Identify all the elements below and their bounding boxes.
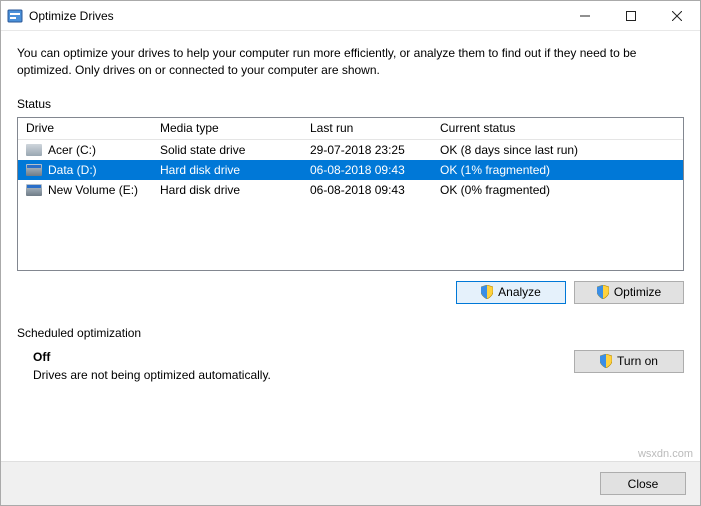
media-type: Solid state drive: [152, 143, 302, 157]
scheduled-heading: Scheduled optimization: [17, 326, 684, 340]
hdd-icon: [26, 164, 42, 176]
minimize-button[interactable]: [562, 1, 608, 31]
drive-name: Data (D:): [48, 163, 97, 177]
turn-on-button[interactable]: Turn on: [574, 350, 684, 373]
drive-cell: New Volume (E:): [18, 183, 152, 197]
current-status: OK (1% fragmented): [432, 163, 683, 177]
titlebar: Optimize Drives: [1, 1, 700, 31]
current-status: OK (8 days since last run): [432, 143, 683, 157]
footer: Close: [1, 461, 700, 505]
last-run: 06-08-2018 09:43: [302, 183, 432, 197]
analyze-label: Analyze: [498, 285, 541, 299]
last-run: 29-07-2018 23:25: [302, 143, 432, 157]
scheduled-desc: Drives are not being optimized automatic…: [33, 368, 574, 382]
drive-name: Acer (C:): [48, 143, 96, 157]
shield-icon: [597, 285, 609, 299]
media-type: Hard disk drive: [152, 183, 302, 197]
col-header-media[interactable]: Media type: [152, 121, 302, 135]
drive-cell: Data (D:): [18, 163, 152, 177]
last-run: 06-08-2018 09:43: [302, 163, 432, 177]
maximize-button[interactable]: [608, 1, 654, 31]
content-area: You can optimize your drives to help you…: [1, 31, 700, 461]
window: Optimize Drives You can optimize your dr…: [0, 0, 701, 506]
drive-cell: Acer (C:): [18, 143, 152, 157]
turn-on-label: Turn on: [617, 354, 658, 368]
hdd-icon: [26, 184, 42, 196]
optimize-button[interactable]: Optimize: [574, 281, 684, 304]
col-header-status[interactable]: Current status: [432, 121, 683, 135]
current-status: OK (0% fragmented): [432, 183, 683, 197]
window-title: Optimize Drives: [29, 9, 562, 23]
table-row[interactable]: Acer (C:) Solid state drive29-07-2018 23:…: [18, 140, 683, 160]
action-button-row: Analyze Optimize: [17, 281, 684, 304]
watermark: wsxdn.com: [638, 448, 693, 460]
drives-list[interactable]: Drive Media type Last run Current status…: [17, 117, 684, 271]
drive-name: New Volume (E:): [48, 183, 138, 197]
shield-icon: [600, 354, 612, 368]
col-header-last[interactable]: Last run: [302, 121, 432, 135]
table-row[interactable]: New Volume (E:) Hard disk drive06-08-2018…: [18, 180, 683, 200]
shield-icon: [481, 285, 493, 299]
ssd-icon: [26, 144, 42, 156]
scheduled-state: Off: [33, 350, 574, 364]
close-dialog-button[interactable]: Close: [600, 472, 686, 495]
close-label: Close: [628, 477, 659, 491]
status-label: Status: [17, 97, 684, 111]
media-type: Hard disk drive: [152, 163, 302, 177]
analyze-button[interactable]: Analyze: [456, 281, 566, 304]
intro-text: You can optimize your drives to help you…: [17, 45, 684, 79]
list-header: Drive Media type Last run Current status: [18, 118, 683, 140]
scheduled-section: Scheduled optimization Off Drives are no…: [17, 326, 684, 382]
table-row[interactable]: Data (D:) Hard disk drive06-08-2018 09:43…: [18, 160, 683, 180]
close-button[interactable]: [654, 1, 700, 31]
col-header-drive[interactable]: Drive: [18, 121, 152, 135]
app-icon: [7, 8, 23, 24]
optimize-label: Optimize: [614, 285, 661, 299]
